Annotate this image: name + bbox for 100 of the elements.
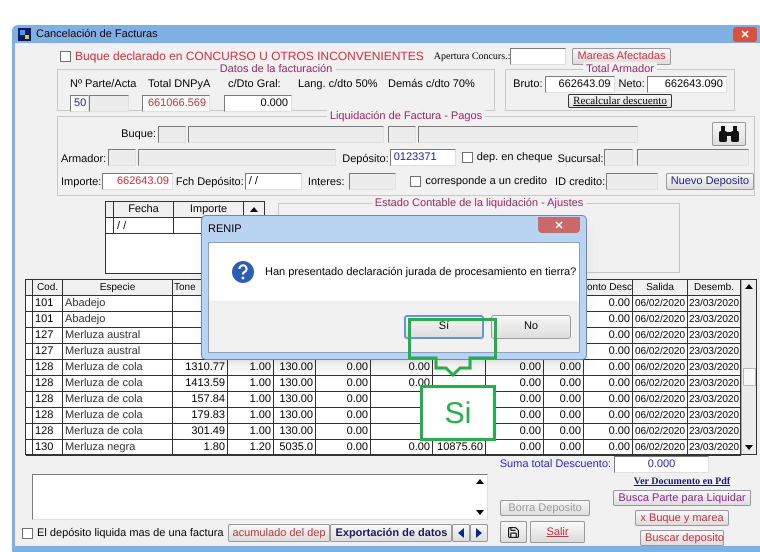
column-label: Demás c/dto 70% — [388, 77, 475, 92]
table-cell-text: 128 — [35, 360, 54, 376]
table-cell-text: 0.00 — [520, 392, 541, 408]
table-cell-text: 06/02/2020 — [634, 313, 686, 327]
recalcular-button[interactable]: Recalcular descuento — [568, 94, 672, 108]
previous-button[interactable] — [452, 524, 470, 542]
table-cell-text: 1.80 — [204, 440, 225, 456]
buque-extra-name-field[interactable] — [418, 126, 638, 142]
table-cell-text: 0.00 — [608, 392, 630, 408]
column-header: Desemb. — [694, 281, 734, 295]
checkbox-label: dep. en cheque — [476, 150, 553, 166]
table-cell-text: 1310.77 — [185, 360, 225, 376]
table-cell-text: 127 — [35, 344, 54, 360]
dialog-button[interactable]: No — [491, 314, 571, 338]
close-button[interactable] — [538, 217, 580, 233]
panel-title: Estado Contable de la liquidación - Ajustes — [372, 196, 586, 210]
checkbox[interactable] — [22, 528, 33, 538]
buque-label: Buque: — [121, 126, 156, 142]
scroll-down-icon — [474, 507, 484, 517]
apertura-field[interactable] — [510, 48, 566, 64]
checkbox[interactable] — [60, 50, 71, 62]
buque-code-field[interactable] — [158, 126, 186, 142]
column-label: Nº Parte/Acta — [70, 77, 136, 92]
interes-field[interactable] — [348, 172, 396, 190]
column-label: Lang. c/dto 50% — [298, 77, 378, 92]
apertura-label: Apertura Concurs.: — [434, 50, 510, 64]
table-cell-text: 1.00 — [250, 424, 271, 440]
checkbox[interactable] — [462, 152, 473, 163]
table-cell-text: 06/02/2020 — [634, 361, 686, 375]
table-cell-text: Merluza austral — [65, 344, 140, 360]
table-cell-text: 0.00 — [608, 296, 630, 312]
table-cell-text: 0.00 — [560, 408, 581, 424]
scrollbar[interactable] — [741, 280, 756, 454]
notes-field[interactable] — [32, 474, 488, 520]
table-cell-text: 06/02/2020 — [634, 377, 686, 391]
suma-label: Suma total Descuento: — [500, 457, 611, 472]
acta-field[interactable] — [89, 94, 129, 112]
dto-gral-field[interactable]: 0.000 — [224, 94, 292, 112]
table-cell-text: 0.00 — [520, 424, 541, 440]
suma-field[interactable]: 0.000 — [614, 456, 709, 473]
salir-button[interactable]: Salir — [530, 521, 585, 543]
armador-name-field[interactable] — [138, 149, 336, 166]
table-cell-text: Abadejo — [65, 296, 106, 312]
fecha-field[interactable]: / / — [244, 172, 302, 190]
busca-parte-button[interactable]: Busca Parte para Liquidar — [613, 490, 751, 506]
table-cell-text: 23/03/2020 — [688, 345, 740, 359]
grid-cell: / / — [114, 218, 174, 233]
table-cell-text: 1413.59 — [185, 376, 225, 392]
checkbox[interactable] — [410, 176, 422, 186]
buque-name-field[interactable] — [188, 126, 384, 142]
importe-label: Importe: — [61, 176, 102, 188]
table-cell-text: Merluza austral — [65, 328, 140, 344]
total-dnpya-field[interactable]: 661066.569 — [142, 94, 210, 112]
bruto-field[interactable]: 662643.09 — [544, 76, 615, 93]
neto-field[interactable]: 662643.090 — [646, 76, 727, 93]
table-cell-text: Merluza de cola — [65, 392, 143, 408]
buscar-deposito-button[interactable]: Buscar deposito — [640, 530, 724, 546]
table-cell-text: 127 — [35, 328, 54, 344]
table-cell-text: 06/02/2020 — [634, 409, 686, 423]
save-button[interactable] — [500, 521, 527, 543]
scroll-thumb[interactable] — [742, 368, 756, 386]
table-cell-text: 0.00 — [520, 376, 541, 392]
column-header: Cod. — [36, 281, 58, 295]
search-button[interactable] — [712, 122, 746, 146]
buque-marea-button[interactable]: x Buque y marea — [635, 510, 729, 526]
bruto-label: Bruto: — [513, 77, 543, 92]
table-cell-text: 0.00 — [608, 424, 630, 440]
grid-header: Fecha — [114, 202, 174, 217]
table-cell-text: 0.00 — [608, 440, 630, 456]
table-cell-text: 0.00 — [408, 360, 430, 376]
table-cell-text: 0.00 — [608, 328, 630, 344]
close-button[interactable] — [733, 26, 757, 42]
table-cell-text: 1.00 — [250, 376, 271, 392]
mareas-button[interactable]: Mareas Afectadas — [572, 48, 670, 64]
next-button[interactable] — [470, 524, 488, 542]
sucursal-name-field[interactable] — [637, 149, 750, 166]
table-cell-text: 0.00 — [608, 376, 630, 392]
armador-code-field[interactable] — [108, 149, 136, 166]
acumulado-button[interactable]: acumulado del dep — [228, 524, 330, 542]
table-cell-text: 0.00 — [346, 392, 368, 408]
column-header: Especie — [100, 281, 136, 295]
table-cell-text: 23/03/2020 — [688, 409, 740, 423]
ver-pdf-link[interactable]: Ver Documento en Pdf — [634, 474, 730, 489]
exportacion-button[interactable]: Exportación de datos — [330, 524, 452, 542]
table-cell-text: 23/03/2020 — [688, 393, 740, 407]
table-cell-text: 0.00 — [560, 392, 581, 408]
checkbox-label: corresponde a un credito — [425, 174, 548, 189]
deposito-label: Depósito: — [342, 152, 389, 164]
buque-extra-field[interactable] — [388, 126, 416, 142]
table-cell-text: 0.00 — [520, 440, 541, 456]
table-cell-text: 130.00 — [279, 424, 313, 440]
table-cell-text: 157.84 — [191, 392, 225, 408]
sucursal-field[interactable] — [604, 149, 634, 166]
parte-field[interactable]: 50 — [70, 94, 89, 112]
id-credito-field[interactable] — [606, 172, 658, 190]
deposito-field[interactable]: 0123371 — [390, 149, 456, 166]
nuevo-deposito-button[interactable]: Nuevo Deposito — [666, 172, 754, 190]
app-icon — [18, 28, 31, 40]
importe-field[interactable]: 662643.09 — [102, 172, 173, 190]
next-icon — [475, 528, 484, 538]
